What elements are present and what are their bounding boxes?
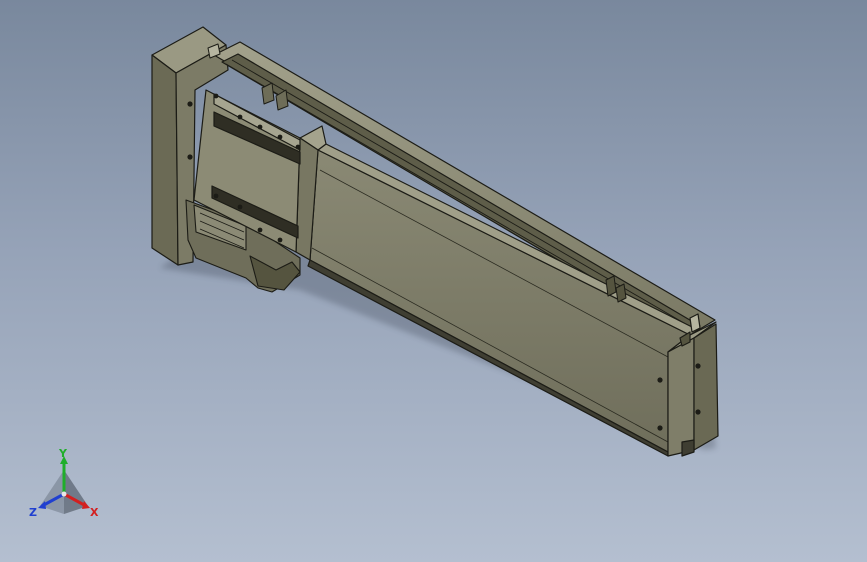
- right-end-cap-front: [667, 337, 695, 457]
- right-end-cap-side: [693, 323, 719, 451]
- z-axis-label: Z: [29, 506, 37, 519]
- triad-origin: [61, 491, 67, 497]
- left-end-block-front: [151, 54, 179, 266]
- z-axis-arrow: [38, 501, 46, 509]
- linear-actuator-model[interactable]: [0, 0, 867, 562]
- y-axis-label: Y: [58, 448, 68, 460]
- x-axis-label: X: [90, 506, 99, 519]
- cad-viewport[interactable]: Y X Z: [0, 0, 867, 562]
- orientation-triad[interactable]: Y X Z: [24, 448, 104, 528]
